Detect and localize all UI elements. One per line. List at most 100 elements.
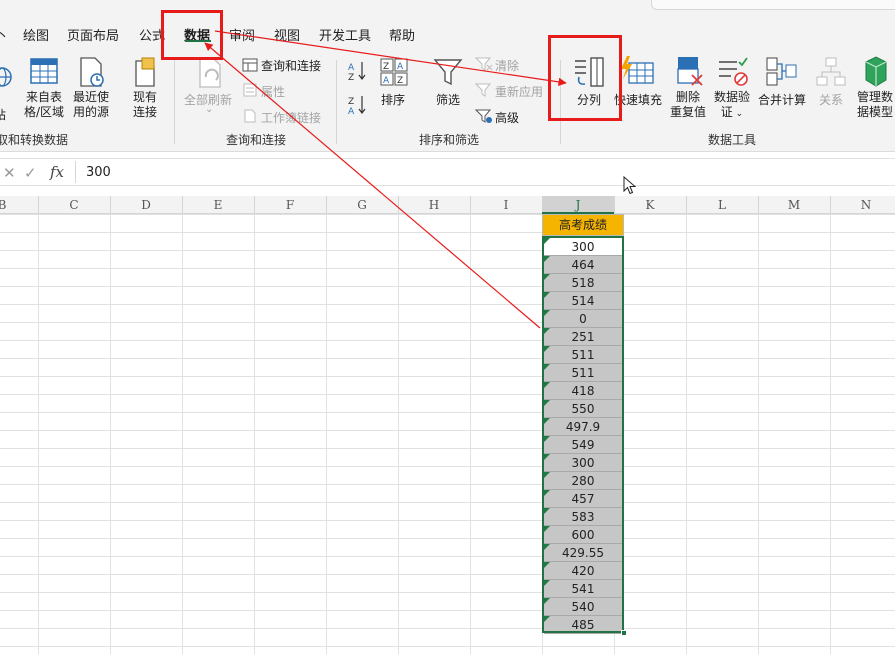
column-header-n[interactable]: N [830,196,895,214]
tab-help[interactable]: 帮助 [389,25,415,44]
tab-developer[interactable]: 开发工具 [319,25,371,44]
remove-duplicates-icon [677,57,703,86]
web-label-line: 站 [0,108,7,122]
formula-bar [0,158,895,186]
confirm-entry-icon[interactable]: ✓ [24,164,37,182]
column-header-e[interactable]: E [182,196,254,214]
group-label-queries: 查询和连接 [226,133,287,147]
clear-button[interactable]: 清除 [495,57,519,74]
score-header-cell[interactable]: 高考成绩 [542,214,624,236]
data-validation-label-1: 数据验 [713,90,750,104]
web-label-partial[interactable]: 站 [0,92,6,123]
manage-data-model-button[interactable]: 管理数 据模型 [852,90,895,120]
flash-fill-icon [621,56,654,84]
group-label-sort-filter: 排序和筛选 [419,133,480,147]
tab-draw[interactable]: 绘图 [23,25,49,44]
column-header-m[interactable]: M [758,196,830,214]
from-table-label-2: 格/区域 [23,105,65,119]
manage-data-model-label-1: 管理数 [856,90,893,104]
consolidate-button[interactable]: 合并计算 [758,91,806,108]
sort-az-icon: A Z [348,62,366,82]
advanced-button[interactable]: 高级 [495,109,519,126]
tab-page-layout[interactable]: 页面布局 [67,25,119,44]
formula-divider [75,161,76,183]
svg-text:A: A [397,62,404,72]
reapply-icon [475,83,492,97]
remove-duplicates-label-2: 重复值 [669,105,706,119]
mouse-cursor-icon [623,176,637,195]
consolidate-icon [766,57,797,86]
fill-handle[interactable] [621,630,627,636]
column-header-h[interactable]: H [398,196,470,214]
column-header-b[interactable]: B [0,196,38,214]
ribbon-tab-bar: 丶 绘图 页面布局 公式 数据 审阅 视图 开发工具 帮助 [0,14,895,52]
selection-outline [542,236,624,633]
workbook-links-icon [244,109,256,123]
column-header-f[interactable]: F [254,196,326,214]
filter-funnel-icon [433,59,463,86]
advanced-filter-icon [475,109,492,123]
svg-text:A: A [383,76,390,86]
column-header-c[interactable]: C [38,196,110,214]
recent-sources-icon [80,57,104,87]
from-table-button[interactable]: 来自表 格/区域 [22,90,66,120]
queries-connections-icon [242,58,258,72]
group-label-data-tools: 数据工具 [708,133,757,147]
table-icon [30,58,58,84]
column-header-k[interactable]: K [614,196,686,214]
column-header-i[interactable]: I [470,196,542,214]
recent-sources-button[interactable]: 最近使 用的源 [70,90,112,120]
annotation-box-text-to-columns [548,35,622,121]
svg-text:Z: Z [348,73,354,82]
data-validation-icon [719,57,748,86]
sort-za-icon: Z A [348,96,366,116]
data-validation-button[interactable]: 数据验 证 ⌄ [711,90,753,122]
group-divider [336,60,337,144]
existing-connections-label-1: 现有 [132,90,157,104]
recent-sources-label-2: 用的源 [72,105,109,119]
existing-connections-button[interactable]: 现有 连接 [125,90,165,120]
insert-function-icon[interactable]: fx [50,163,64,181]
svg-text:Z: Z [397,76,403,86]
properties-button[interactable]: 属性 [261,83,285,100]
recent-sources-label-1: 最近使 [72,90,109,104]
svg-text:A: A [348,63,355,73]
from-table-label-1: 来自表 [25,90,62,104]
queries-connections-button[interactable]: 查询和连接 [261,57,321,74]
column-header-d[interactable]: D [110,196,182,214]
column-header-l[interactable]: L [686,196,758,214]
relationships-button[interactable]: 关系 [819,91,843,108]
sort-button[interactable]: 排序 [381,91,405,108]
sort-dialog-icon: Z A A Z [380,58,408,86]
manage-data-model-label-2: 据模型 [856,105,893,119]
tab-partial[interactable]: 丶 [0,25,9,44]
cancel-entry-icon[interactable]: ✕ [3,164,16,182]
column-header-j[interactable]: J [542,196,614,214]
clear-filter-icon [475,57,493,71]
refresh-all-icon [199,58,221,88]
reapply-button[interactable]: 重新应用 [495,83,543,100]
remove-duplicates-button[interactable]: 删除 重复值 [668,90,708,120]
svg-text:Z: Z [348,97,354,107]
relationships-icon [816,57,846,86]
annotation-box-data-tab [161,10,223,60]
formula-input[interactable]: 300 [86,165,111,180]
data-validation-label-2: 证 ⌄ [720,105,744,119]
chevron-down-icon: ⌄ [205,104,214,115]
workbook-links-button[interactable]: 工作簿链接 [261,109,321,126]
tab-review[interactable]: 审阅 [229,25,255,44]
filter-button[interactable]: 筛选 [436,91,460,108]
search-box[interactable] [651,0,895,10]
group-label-get-transform: 取和转换数据 [0,133,69,147]
manage-data-model-icon [865,56,887,87]
remove-duplicates-label-1: 删除 [675,90,700,104]
column-header-g[interactable]: G [326,196,398,214]
svg-text:A: A [348,107,355,116]
chevron-down-icon: ⌄ [732,109,744,119]
web-globe-icon [0,67,12,87]
worksheet-grid[interactable] [0,214,895,654]
svg-text:Z: Z [383,62,389,72]
tab-view[interactable]: 视图 [274,25,300,44]
group-divider [174,60,175,144]
existing-connections-label-2: 连接 [132,105,157,119]
